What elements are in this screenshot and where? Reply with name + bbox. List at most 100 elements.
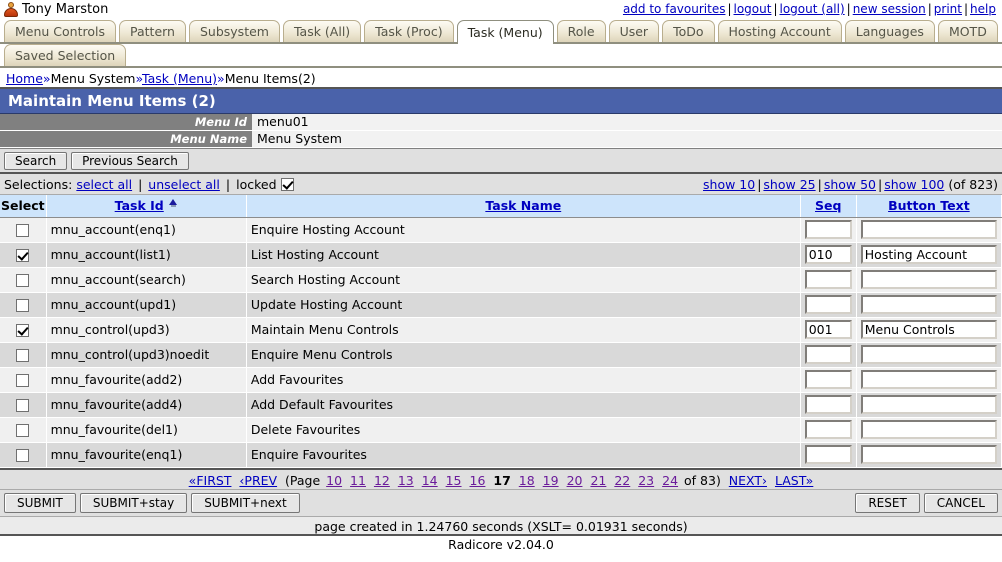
button-text-input[interactable] [860,245,997,264]
seq-input[interactable] [804,420,852,439]
locked-checkbox[interactable] [280,177,294,191]
tab-motd[interactable]: MOTD [937,20,998,42]
pager-page-link[interactable]: 12 [374,473,390,488]
button-text-input[interactable] [860,445,997,464]
seq-input[interactable] [804,270,852,289]
tab-pattern[interactable]: Pattern [119,20,186,42]
column-header-seq[interactable]: Seq [800,195,857,218]
button-text-input[interactable] [860,220,997,239]
row-select-checkbox[interactable] [16,449,30,462]
tab-task-all[interactable]: Task (All) [282,20,362,42]
seq-input[interactable] [804,395,852,414]
tab-saved-selection[interactable]: Saved Selection [4,44,127,66]
seq-input[interactable] [804,445,852,464]
pager-page-link[interactable]: 14 [422,473,438,488]
unselect-all-link[interactable]: unselect all [148,177,220,192]
sort-button-text-link[interactable]: Button Text [888,198,970,213]
total-count-label: (of 823) [948,176,998,192]
pager-page-link[interactable]: 24 [662,473,678,488]
row-select-checkbox[interactable] [16,349,30,362]
cancel-button[interactable]: CANCEL [923,492,998,513]
breadcrumb-item-home[interactable]: Home [6,71,43,86]
row-select-checkbox[interactable] [16,324,30,337]
table-body: mnu_account(enq1) Enquire Hosting Account… [0,217,1002,468]
pager-last-link[interactable]: LAST» [775,473,813,488]
column-header-task-name[interactable]: Task Name [246,195,801,218]
select-all-link[interactable]: select all [76,177,132,192]
link-print[interactable]: print [934,2,962,16]
sort-ascending-icon [168,199,178,208]
submit-button[interactable]: SUBMIT [4,492,76,513]
button-text-input[interactable] [860,295,997,314]
column-header-button-text[interactable]: Button Text [856,195,1002,218]
show-25-link[interactable]: show 25 [763,177,815,192]
row-select-checkbox[interactable] [16,299,30,312]
button-text-cell [856,242,1002,268]
show-50-link[interactable]: show 50 [824,177,876,192]
username-label: Tony Marston [22,2,109,17]
button-text-input[interactable] [860,395,997,414]
pager-page-link[interactable]: 13 [398,473,414,488]
row-select-checkbox[interactable] [16,274,30,287]
button-text-input[interactable] [860,270,997,289]
button-text-input[interactable] [860,420,997,439]
reset-button[interactable]: RESET [855,492,920,513]
link-add-to-favourites[interactable]: add to favourites [623,2,726,16]
seq-input[interactable] [804,345,852,364]
tab-hosting-account[interactable]: Hosting Account [717,20,842,42]
pager-page-link[interactable]: 11 [350,473,366,488]
pager-page-link[interactable]: 23 [638,473,654,488]
user-block: Tony Marston [4,2,108,17]
link-logout-all[interactable]: logout (all) [780,2,845,16]
pager-page-link[interactable]: 21 [590,473,606,488]
tab-menu-controls[interactable]: Menu Controls [4,20,116,42]
row-select-checkbox[interactable] [16,224,30,237]
submit-next-button[interactable]: SUBMIT+next [191,492,300,513]
pager-page-numbers: 10 11 12 13 14 15 16 17 18 19 20 21 22 2… [324,473,684,488]
seq-input[interactable] [804,220,852,239]
table-row: mnu_control(upd3)noedit Enquire Menu Cont… [0,342,1002,368]
column-header-task-id[interactable]: Task Id [46,195,247,218]
pager-page-link[interactable]: 16 [470,473,486,488]
seq-input[interactable] [804,295,852,314]
tab-languages[interactable]: Languages [844,20,935,42]
show-100-link[interactable]: show 100 [884,177,944,192]
pager-prev-link[interactable]: ‹PREV [239,473,277,488]
pager-page-link[interactable]: 10 [326,473,342,488]
pager-page-link[interactable]: 15 [446,473,462,488]
sort-task-name-link[interactable]: Task Name [485,198,561,213]
table-row: mnu_favourite(enq1) Enquire Favourites [0,442,1002,468]
tab-todo[interactable]: ToDo [662,20,715,42]
pager-page-link[interactable]: 18 [519,473,535,488]
submit-stay-button[interactable]: SUBMIT+stay [79,492,188,513]
tab-task-proc[interactable]: Task (Proc) [364,20,454,42]
seq-input[interactable] [804,370,852,389]
sort-task-id-link[interactable]: Task Id [115,198,164,213]
previous-search-button[interactable]: Previous Search [71,152,189,170]
breadcrumb-item-task-menu[interactable]: Task (Menu) [142,71,217,86]
tab-role[interactable]: Role [556,20,606,42]
pager-page-link[interactable]: 20 [567,473,583,488]
search-button[interactable]: Search [4,152,68,170]
seq-input[interactable] [804,245,852,264]
row-select-checkbox[interactable] [16,424,30,437]
seq-input[interactable] [804,320,852,339]
link-help[interactable]: help [970,2,996,16]
button-text-input[interactable] [860,370,997,389]
pager-next-link[interactable]: NEXT› [729,473,767,488]
tab-task-menu[interactable]: Task (Menu) [456,20,554,44]
link-logout[interactable]: logout [734,2,772,16]
link-new-session[interactable]: new session [853,2,926,16]
button-text-input[interactable] [860,345,997,364]
tab-subsystem[interactable]: Subsystem [188,20,280,42]
pager-page-link[interactable]: 19 [543,473,559,488]
row-select-checkbox[interactable] [16,249,30,262]
pager-first-link[interactable]: «FIRST [189,473,232,488]
show-10-link[interactable]: show 10 [703,177,755,192]
row-select-checkbox[interactable] [16,399,30,412]
tab-user[interactable]: User [608,20,660,42]
button-text-input[interactable] [860,320,997,339]
sort-seq-link[interactable]: Seq [815,198,841,213]
row-select-checkbox[interactable] [16,374,30,387]
pager-page-link[interactable]: 22 [614,473,630,488]
